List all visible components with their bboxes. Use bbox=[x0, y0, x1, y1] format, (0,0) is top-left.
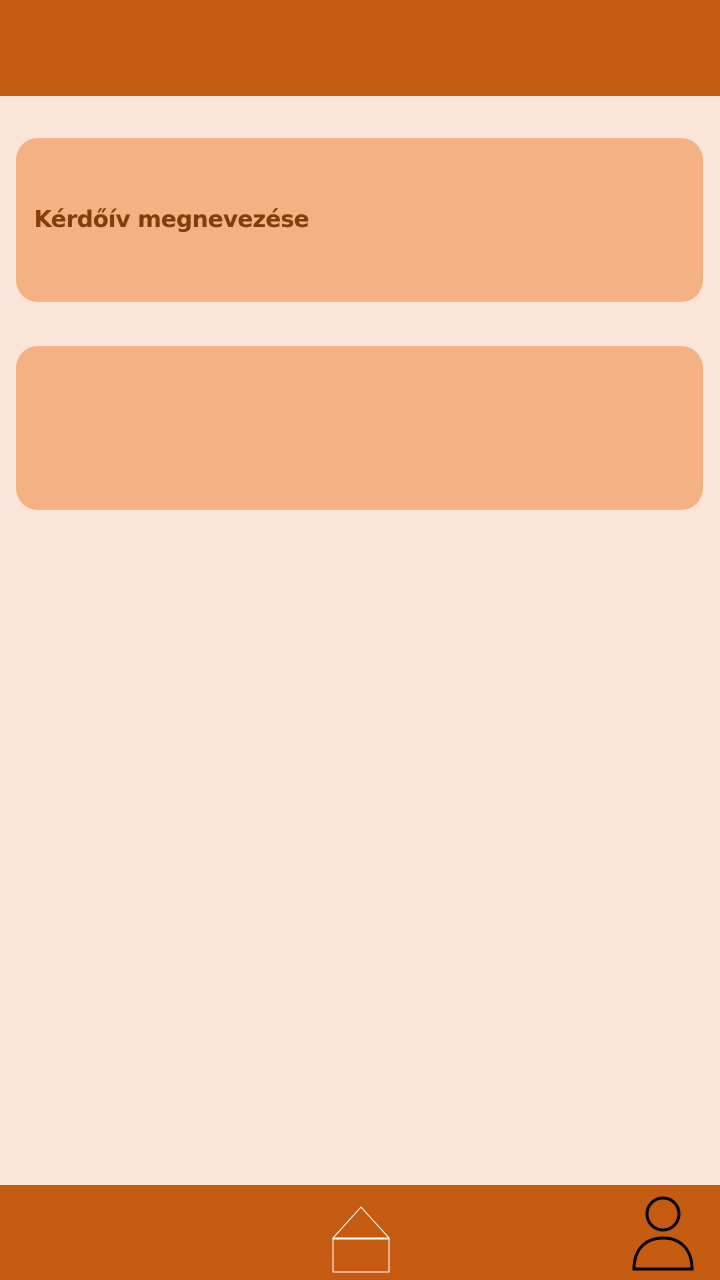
app-screen: Kérdőív megnevezése bbox=[0, 0, 720, 1280]
questionnaire-card-empty[interactable] bbox=[16, 346, 703, 510]
questionnaire-card[interactable]: Kérdőív megnevezése bbox=[16, 138, 703, 302]
profile-button[interactable] bbox=[628, 1193, 696, 1273]
bottom-navigation-bar bbox=[0, 1185, 720, 1280]
user-profile-icon bbox=[632, 1196, 694, 1271]
home-button[interactable] bbox=[330, 1205, 392, 1275]
top-app-bar bbox=[0, 0, 720, 96]
home-icon bbox=[331, 1206, 391, 1273]
questionnaire-title: Kérdőív megnevezése bbox=[34, 207, 309, 233]
